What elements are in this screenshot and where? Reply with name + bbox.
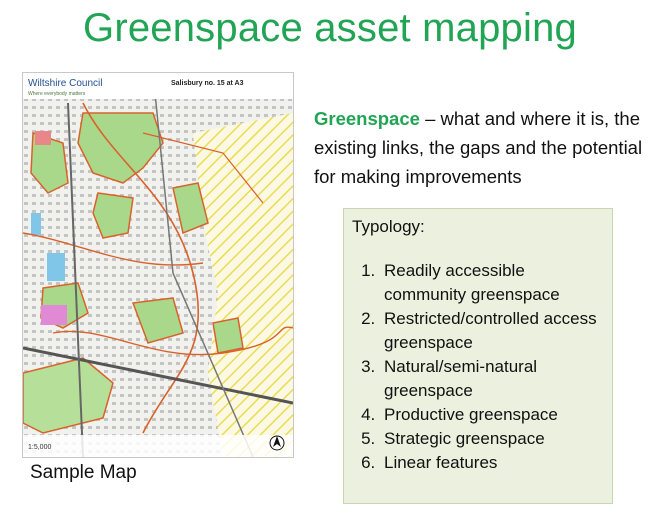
greenspace-definition: Greenspace – what and where it is, the e… [314,104,654,191]
typology-item: Productive greenspace [380,403,604,427]
sample-map-image: Wiltshire Council Where everybody matter… [22,72,294,458]
typology-item: Readily accessible community greenspace [380,259,604,307]
north-arrow-icon [269,435,285,451]
greenspace-term: Greenspace [314,108,420,129]
council-name: Wiltshire Council [28,78,102,89]
map-caption: Sample Map [30,462,137,483]
typology-heading: Typology: [352,217,425,236]
typology-box: Typology: Readily accessible community g… [343,208,613,504]
typology-item: Restricted/controlled access greenspace [380,307,604,355]
typology-item: Natural/semi-natural greenspace [380,355,604,403]
map-scale: 1:5,000 [28,444,51,451]
typology-item: Strategic greenspace [380,427,604,451]
sheet-title: Salisbury no. 15 at A3 [171,80,244,87]
typology-list: Readily accessible community greenspace … [352,259,604,475]
council-tagline: Where everybody matters [28,91,86,97]
slide-title: Greenspace asset mapping [83,6,577,50]
typology-item: Linear features [380,451,604,475]
